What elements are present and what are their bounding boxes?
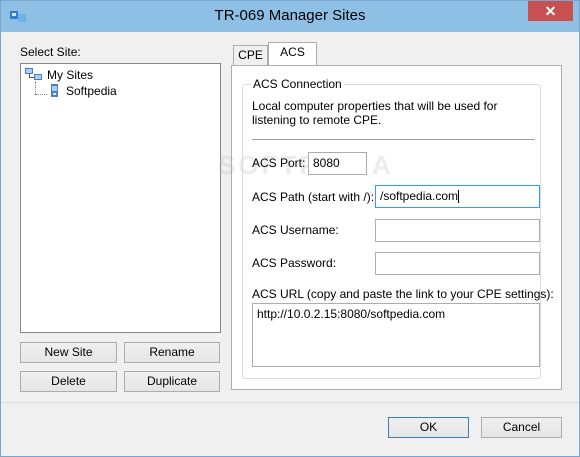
acs-username-label: ACS Username: [252, 223, 339, 237]
footer-separator [1, 402, 579, 403]
acs-path-label: ACS Path (start with /): [252, 190, 375, 204]
separator [252, 139, 535, 140]
duplicate-button[interactable]: Duplicate [124, 371, 220, 392]
acs-password-label: ACS Password: [252, 256, 337, 270]
dialog-window: TR-069 Manager Sites ✕ Select Site: My S… [0, 0, 580, 457]
tree-item-label: My Sites [47, 67, 94, 82]
title-bar: TR-069 Manager Sites ✕ [1, 1, 579, 32]
acs-url-textarea[interactable]: http://10.0.2.15:8080/softpedia.com [252, 303, 540, 367]
acs-tab-panel: SOFTPEDIA ACS Connection Local computer … [218, 65, 562, 390]
rename-button[interactable]: Rename [124, 342, 220, 363]
network-icon [25, 68, 42, 80]
device-icon [51, 84, 58, 97]
tab-acs[interactable]: ACS [268, 42, 317, 65]
acs-port-label: ACS Port: [252, 156, 306, 170]
group-caption: ACS Connection [251, 77, 344, 91]
acs-url-label: ACS URL (copy and paste the link to your… [252, 287, 554, 301]
tree-connector [35, 82, 36, 94]
acs-password-input[interactable] [375, 252, 540, 275]
acs-path-value: /softpedia.com [380, 189, 459, 203]
tree-item-label: Softpedia [66, 83, 117, 98]
acs-description: Local computer properties that will be u… [252, 99, 498, 127]
acs-path-input[interactable]: /softpedia.com [375, 185, 540, 208]
acs-connection-group: ACS Connection Local computer properties… [242, 77, 554, 379]
close-button[interactable]: ✕ [528, 1, 573, 21]
delete-button[interactable]: Delete [20, 371, 117, 392]
window-title: TR-069 Manager Sites [214, 7, 366, 24]
acs-port-input[interactable]: 8080 [308, 152, 367, 175]
new-site-button[interactable]: New Site [20, 342, 117, 363]
tab-cpe[interactable]: CPE [233, 45, 268, 65]
ok-button[interactable]: OK [388, 417, 469, 438]
select-site-label: Select Site: [20, 45, 81, 59]
tree-connector [35, 94, 47, 95]
text-caret [458, 190, 460, 204]
tree-item-softpedia[interactable]: Softpedia [48, 83, 117, 98]
close-icon: ✕ [544, 3, 557, 19]
cancel-button[interactable]: Cancel [481, 417, 562, 438]
site-tree[interactable]: My Sites Softpedia [20, 63, 221, 333]
acs-username-input[interactable] [375, 219, 540, 242]
tree-item-my-sites[interactable]: My Sites [25, 67, 93, 82]
